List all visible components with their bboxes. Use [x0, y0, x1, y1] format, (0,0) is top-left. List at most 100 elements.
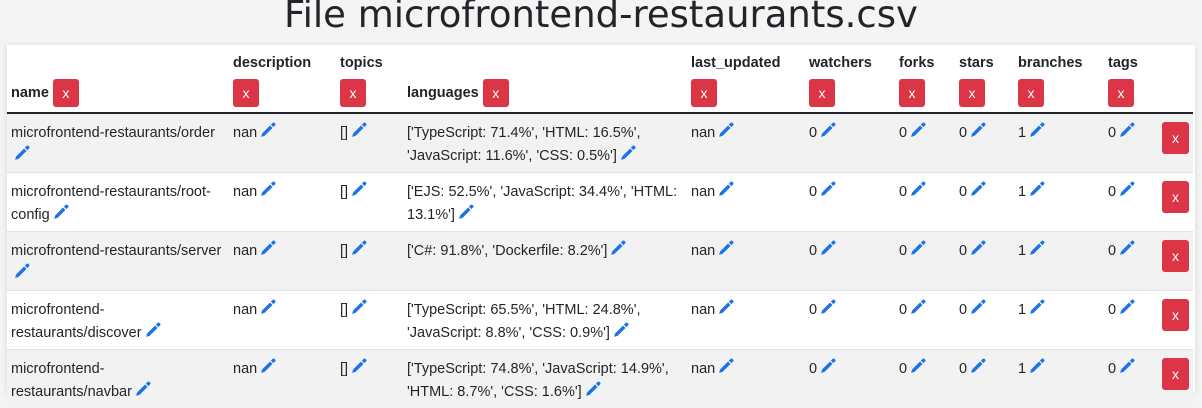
pencil-edit-icon[interactable]: [612, 322, 629, 339]
delete-column-button[interactable]: x: [959, 79, 985, 107]
pencil-edit-icon[interactable]: [259, 240, 276, 257]
cell-forks: 0: [895, 173, 955, 232]
cell-value: nan: [691, 243, 715, 259]
pencil-edit-icon[interactable]: [969, 240, 986, 257]
delete-column-button[interactable]: x: [809, 79, 835, 107]
cell-languages: ['TypeScript: 71.4%', 'HTML: 16.5%', 'Ja…: [403, 113, 687, 173]
pencil-edit-icon[interactable]: [13, 145, 30, 162]
cell-value: 0: [1108, 184, 1116, 200]
delete-row-button[interactable]: x: [1162, 181, 1189, 213]
column-label: name: [11, 83, 49, 103]
delete-column-button[interactable]: x: [233, 79, 259, 107]
pencil-edit-icon[interactable]: [350, 358, 367, 375]
pencil-edit-icon[interactable]: [1118, 181, 1135, 198]
cell-value: []: [340, 361, 348, 377]
cell-description: nan: [229, 232, 336, 291]
pencil-edit-icon[interactable]: [969, 358, 986, 375]
delete-row-button[interactable]: x: [1162, 122, 1189, 154]
pencil-edit-icon[interactable]: [1118, 122, 1135, 139]
pencil-edit-icon[interactable]: [969, 181, 986, 198]
cell-value: 1: [1018, 125, 1026, 141]
pencil-edit-icon[interactable]: [1118, 240, 1135, 257]
cell-watchers: 0: [805, 291, 895, 350]
cell-languages: ['C#: 91.8%', 'Dockerfile: 8.2%']: [403, 232, 687, 291]
delete-column-button[interactable]: x: [53, 79, 79, 107]
delete-column-button[interactable]: x: [1018, 79, 1044, 107]
pencil-edit-icon[interactable]: [144, 322, 161, 339]
pencil-edit-icon[interactable]: [819, 240, 836, 257]
pencil-edit-icon[interactable]: [350, 181, 367, 198]
pencil-edit-icon[interactable]: [1028, 122, 1045, 139]
pencil-edit-icon[interactable]: [350, 240, 367, 257]
pencil-edit-icon[interactable]: [134, 381, 151, 398]
cell-forks: 0: [895, 350, 955, 408]
pencil-edit-icon[interactable]: [259, 358, 276, 375]
column-header-tags: tagsx: [1104, 45, 1158, 113]
cell-value: 0: [959, 184, 967, 200]
delete-column-button[interactable]: x: [340, 79, 366, 107]
pencil-edit-icon[interactable]: [909, 181, 926, 198]
delete-column-button[interactable]: x: [899, 79, 925, 107]
pencil-edit-icon[interactable]: [1028, 240, 1045, 257]
pencil-edit-icon[interactable]: [259, 122, 276, 139]
pencil-edit-icon[interactable]: [350, 122, 367, 139]
pencil-edit-icon[interactable]: [909, 358, 926, 375]
pencil-edit-icon[interactable]: [909, 299, 926, 316]
pencil-edit-icon[interactable]: [717, 122, 734, 139]
pencil-edit-icon[interactable]: [619, 145, 636, 162]
pencil-edit-icon[interactable]: [259, 299, 276, 316]
pencil-edit-icon[interactable]: [1028, 299, 1045, 316]
table-row: microfrontend-restaurants/root-confignan…: [7, 173, 1193, 232]
pencil-edit-icon[interactable]: [969, 299, 986, 316]
pencil-edit-icon[interactable]: [1028, 358, 1045, 375]
cell-forks: 0: [895, 291, 955, 350]
pencil-edit-icon[interactable]: [259, 181, 276, 198]
delete-row-button[interactable]: x: [1162, 358, 1189, 390]
pencil-edit-icon[interactable]: [969, 122, 986, 139]
row-actions-cell: x: [1158, 291, 1193, 350]
pencil-edit-icon[interactable]: [819, 122, 836, 139]
delete-column-button[interactable]: x: [1108, 79, 1134, 107]
pencil-edit-icon[interactable]: [350, 299, 367, 316]
pencil-edit-icon[interactable]: [717, 240, 734, 257]
pencil-edit-icon[interactable]: [52, 204, 69, 221]
cell-last-updated: nan: [687, 350, 805, 408]
pencil-edit-icon[interactable]: [819, 181, 836, 198]
column-header-topics: topicsx: [336, 45, 403, 113]
pencil-edit-icon[interactable]: [909, 240, 926, 257]
pencil-edit-icon[interactable]: [819, 358, 836, 375]
cell-description: nan: [229, 173, 336, 232]
pencil-edit-icon[interactable]: [584, 381, 601, 398]
cell-tags: 0: [1104, 173, 1158, 232]
cell-stars: 0: [955, 173, 1014, 232]
cell-forks: 0: [895, 113, 955, 173]
column-label: forks: [899, 53, 955, 73]
pencil-edit-icon[interactable]: [819, 299, 836, 316]
cell-tags: 0: [1104, 350, 1158, 408]
pencil-edit-icon[interactable]: [1028, 181, 1045, 198]
pencil-edit-icon[interactable]: [1118, 358, 1135, 375]
cell-value: 1: [1018, 184, 1026, 200]
row-actions-cell: x: [1158, 350, 1193, 408]
table-row: microfrontend-restaurants/discovernan[][…: [7, 291, 1193, 350]
delete-column-button[interactable]: x: [483, 79, 509, 107]
delete-row-button[interactable]: x: [1162, 240, 1189, 272]
pencil-edit-icon[interactable]: [717, 299, 734, 316]
pencil-edit-icon[interactable]: [457, 204, 474, 221]
pencil-edit-icon[interactable]: [717, 358, 734, 375]
pencil-edit-icon[interactable]: [909, 122, 926, 139]
cell-description: nan: [229, 291, 336, 350]
cell-value: microfrontend-restaurants/order: [11, 125, 215, 141]
cell-languages: ['EJS: 52.5%', 'JavaScript: 34.4%', 'HTM…: [403, 173, 687, 232]
pencil-edit-icon[interactable]: [717, 181, 734, 198]
cell-branches: 1: [1014, 291, 1104, 350]
table-row: microfrontend-restaurants/navbarnan[]['T…: [7, 350, 1193, 408]
delete-row-button[interactable]: x: [1162, 299, 1189, 331]
pencil-edit-icon[interactable]: [13, 263, 30, 280]
cell-tags: 0: [1104, 232, 1158, 291]
pencil-edit-icon[interactable]: [609, 240, 626, 257]
pencil-edit-icon[interactable]: [1118, 299, 1135, 316]
delete-column-button[interactable]: x: [691, 79, 717, 107]
column-header-last-updated: last_updatedx: [687, 45, 805, 113]
column-header-name: namex: [7, 45, 229, 113]
